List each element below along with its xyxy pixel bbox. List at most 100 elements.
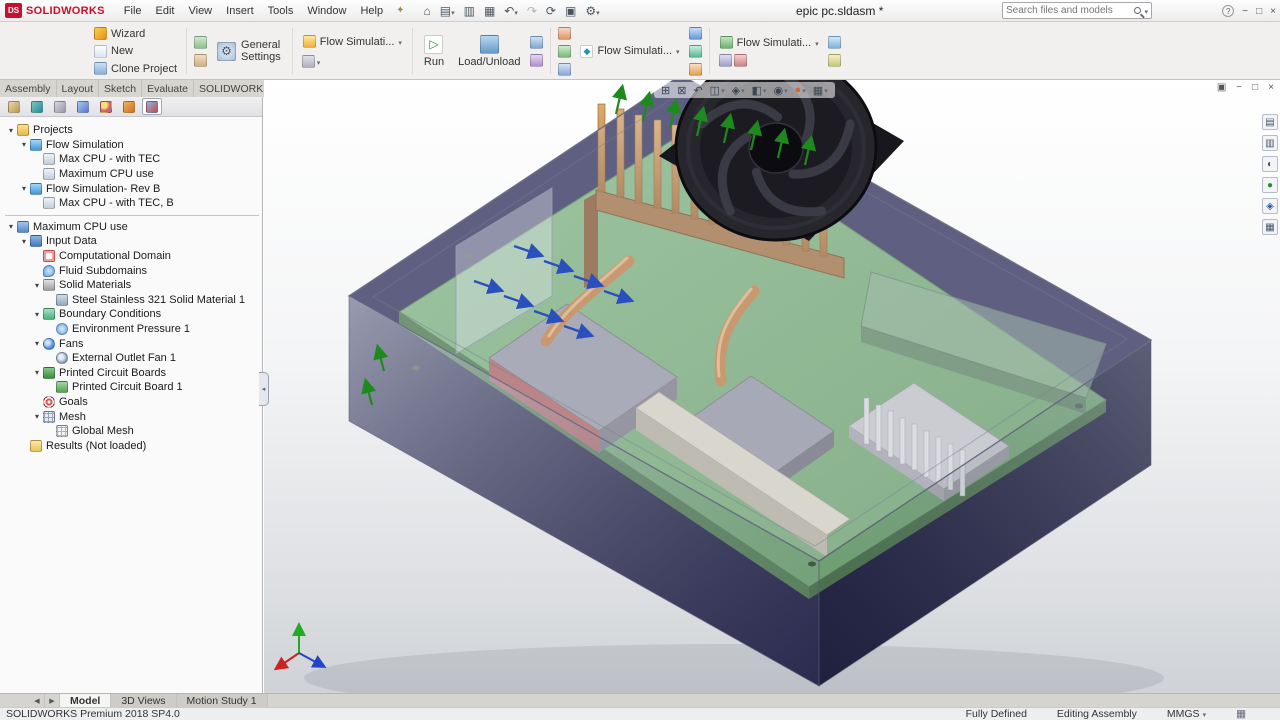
tab-scroll-left-icon[interactable]: [30, 694, 45, 707]
tree-item-boundary-conditions[interactable]: Boundary Conditions: [2, 307, 262, 322]
tree-item-max-cpu-with-tec-b[interactable]: Max CPU - with TEC, B: [2, 196, 262, 211]
displaymanager-tab[interactable]: [96, 98, 116, 115]
tree-item-projects[interactable]: Projects: [2, 123, 262, 138]
search-input[interactable]: [1006, 5, 1133, 16]
graphics-viewport[interactable]: [264, 80, 1280, 693]
tree-item-steel-stainless[interactable]: Steel Stainless 321 Solid Material 1: [2, 293, 262, 308]
general-settings-button[interactable]: GeneralSettings: [213, 37, 285, 65]
surface-plot-icon[interactable]: [689, 45, 702, 58]
tree-item-flow-simulation[interactable]: Flow Simulation: [2, 138, 262, 153]
expand-arrow[interactable]: [32, 339, 42, 348]
viewport-minimize-icon[interactable]: [1236, 82, 1242, 93]
tree-item-study-root[interactable]: Maximum CPU use: [2, 220, 262, 235]
lighting-icon[interactable]: [1262, 156, 1278, 172]
compare-results-icon[interactable]: [558, 45, 571, 58]
tree-item-mesh[interactable]: Mesh: [2, 409, 262, 424]
menu-insert[interactable]: Insert: [219, 2, 261, 20]
featuremanager-tab[interactable]: [4, 98, 24, 115]
propertymanager-tab[interactable]: [27, 98, 47, 115]
tree-item-goals[interactable]: Goals: [2, 395, 262, 410]
batch-run-icon[interactable]: [530, 54, 543, 67]
tree-item-computational-domain[interactable]: Computational Domain: [2, 249, 262, 264]
load-unload-button[interactable]: Load/Unload: [454, 34, 524, 69]
redo-icon[interactable]: [524, 3, 540, 19]
help-icon[interactable]: [1222, 5, 1234, 17]
search-dropdown-icon[interactable]: [1144, 5, 1148, 17]
expand-arrow[interactable]: [19, 184, 29, 193]
report-icon[interactable]: [828, 54, 841, 67]
flow-simulation-manager-tab[interactable]: [142, 98, 162, 115]
zoom-fit-button[interactable]: [658, 84, 673, 97]
display-options-icon[interactable]: [1262, 114, 1278, 130]
tree-item-results[interactable]: Results (Not loaded): [2, 438, 262, 453]
new-button[interactable]: New: [92, 44, 135, 59]
tab-sketch[interactable]: Sketch: [99, 80, 142, 97]
apply-scene-button[interactable]: [810, 84, 831, 97]
mesh-display-icon[interactable]: [1262, 198, 1278, 214]
menu-pin-icon[interactable]: [396, 5, 404, 16]
viewport-settings-icon[interactable]: [1262, 219, 1278, 235]
menu-file[interactable]: File: [117, 2, 149, 20]
panel-collapse-handle[interactable]: [259, 372, 269, 406]
expand-arrow[interactable]: [19, 237, 29, 246]
tree-item-solid-materials[interactable]: Solid Materials: [2, 278, 262, 293]
load-results-icon[interactable]: [558, 27, 571, 40]
menu-window[interactable]: Window: [300, 2, 353, 20]
configurationmanager-tab[interactable]: [50, 98, 70, 115]
tab-layout[interactable]: Layout: [57, 80, 100, 97]
search-box[interactable]: [1002, 2, 1152, 19]
tab-evaluate[interactable]: Evaluate: [142, 80, 194, 97]
section-view-button[interactable]: [707, 84, 728, 97]
run-button[interactable]: Run: [420, 34, 448, 69]
tab-3d-views[interactable]: 3D Views: [111, 694, 176, 707]
mesh-settings-button[interactable]: [300, 55, 321, 68]
expand-arrow[interactable]: [19, 140, 29, 149]
wizard-button[interactable]: Wizard: [92, 26, 147, 41]
zoom-area-button[interactable]: [674, 84, 689, 97]
expand-arrow[interactable]: [32, 281, 42, 290]
edit-appearance-button[interactable]: [792, 84, 809, 96]
restore-icon[interactable]: [1256, 6, 1262, 17]
options-button[interactable]: [582, 3, 602, 19]
goal-plot-icon[interactable]: [734, 54, 747, 67]
display-style-button[interactable]: [749, 84, 770, 97]
expand-arrow[interactable]: [32, 368, 42, 377]
previous-view-button[interactable]: [690, 84, 705, 97]
tab-motion-study-1[interactable]: Motion Study 1: [177, 694, 268, 707]
expand-arrow[interactable]: [6, 222, 16, 231]
tree-item-external-outlet-fan[interactable]: External Outlet Fan 1: [2, 351, 262, 366]
component-transparency-icon[interactable]: [194, 54, 207, 67]
tree-item-printed-circuit-boards[interactable]: Printed Circuit Boards: [2, 366, 262, 381]
flow-simulation-results-dropdown[interactable]: Flow Simulati...: [577, 44, 682, 59]
results-summary-icon[interactable]: [558, 63, 571, 76]
dimxpertmanager-tab[interactable]: [73, 98, 93, 115]
menu-edit[interactable]: Edit: [149, 2, 182, 20]
search-icon[interactable]: [1134, 7, 1141, 14]
selection-filter-icon[interactable]: [562, 3, 579, 19]
close-icon[interactable]: [1270, 6, 1276, 17]
tree-item-fans[interactable]: Fans: [2, 336, 262, 351]
print-icon[interactable]: [481, 3, 498, 19]
undo-button[interactable]: [501, 3, 521, 19]
xy-plot-icon[interactable]: [828, 36, 841, 49]
hide-show-items-button[interactable]: [770, 84, 790, 97]
rebuild-icon[interactable]: [543, 3, 559, 19]
tree-item-environment-pressure[interactable]: Environment Pressure 1: [2, 322, 262, 337]
viewport-close-icon[interactable]: [1268, 82, 1274, 93]
flow-simulation-display-dropdown[interactable]: Flow Simulati...: [717, 35, 822, 50]
units-dropdown[interactable]: MMGS: [1167, 708, 1206, 720]
tree-item-max-cpu-with-tec[interactable]: Max CPU - with TEC: [2, 152, 262, 167]
menu-tools[interactable]: Tools: [261, 2, 301, 20]
tile-window-icon[interactable]: [1217, 82, 1226, 93]
flow-simulation-project-dropdown[interactable]: Flow Simulati...: [300, 34, 405, 49]
clone-project-button[interactable]: Clone Project: [92, 61, 179, 76]
home-icon[interactable]: [420, 3, 433, 19]
viewport-restore-icon[interactable]: [1252, 82, 1258, 93]
cam-manager-tab[interactable]: [119, 98, 139, 115]
section-cap-icon[interactable]: [1262, 135, 1278, 151]
open-button[interactable]: [437, 3, 458, 19]
tree-item-fluid-subdomains[interactable]: Fluid Subdomains: [2, 263, 262, 278]
tab-model[interactable]: Model: [60, 694, 111, 707]
expand-arrow[interactable]: [32, 412, 42, 421]
minimize-icon[interactable]: [1242, 6, 1248, 17]
